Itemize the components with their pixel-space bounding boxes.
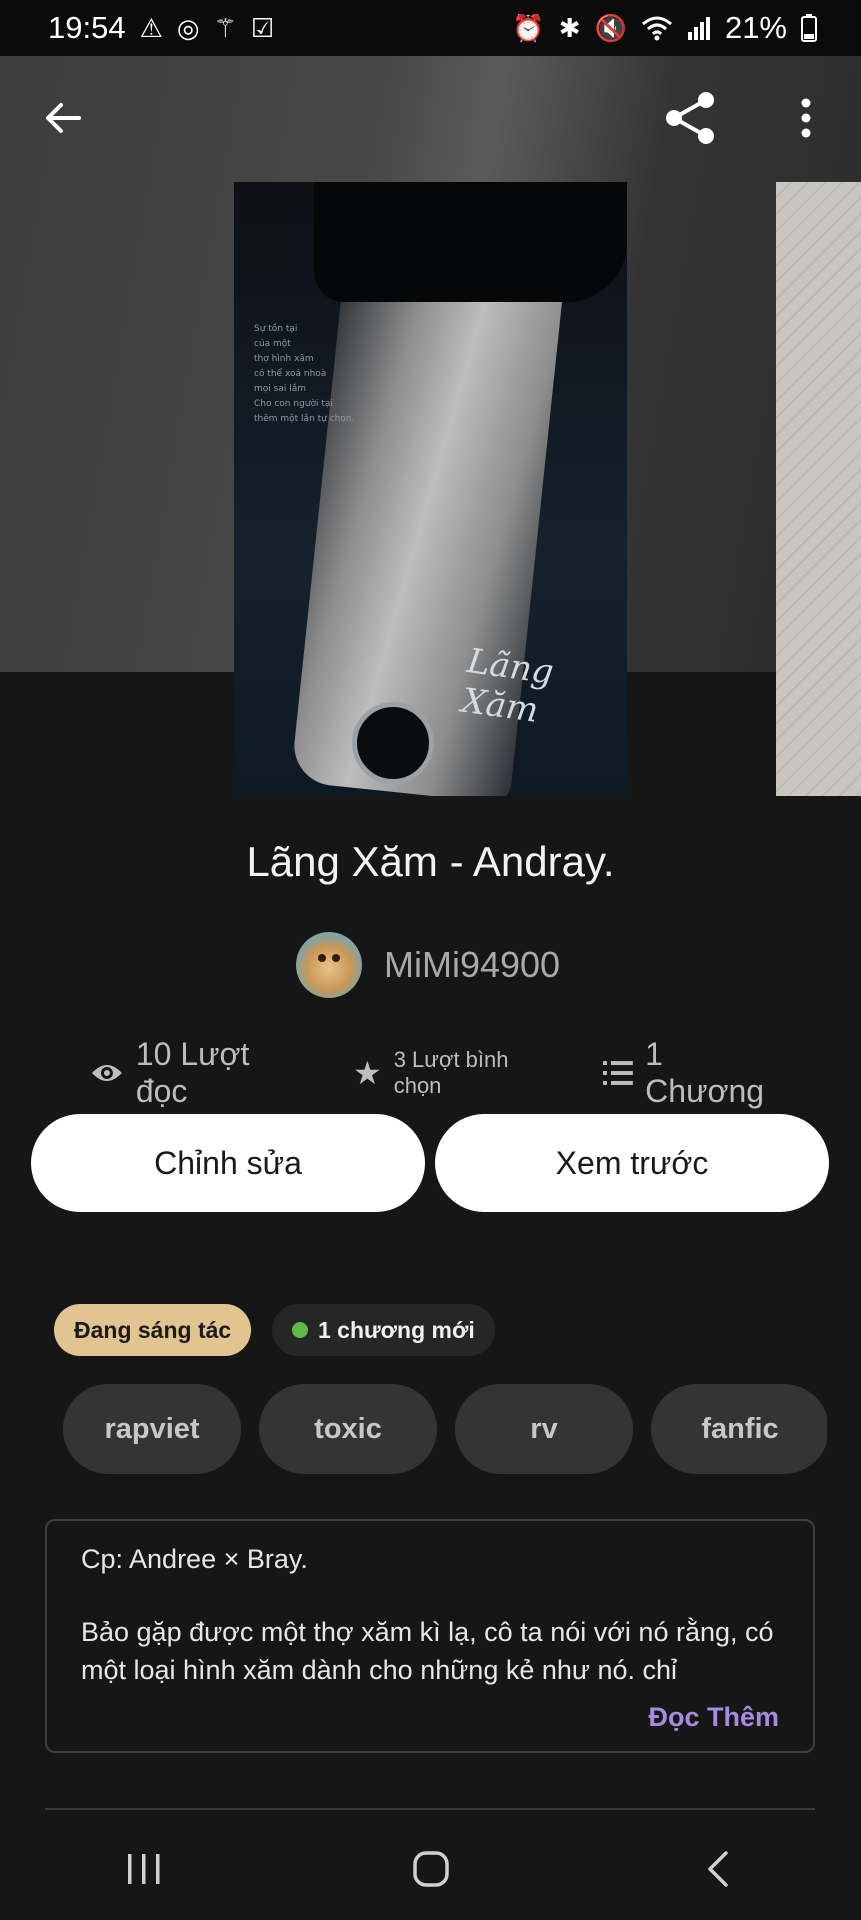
author-row[interactable]: MiMi94900	[296, 932, 560, 998]
recent-apps-button[interactable]	[104, 1829, 184, 1909]
tag-rapviet[interactable]: rapviet	[63, 1384, 241, 1474]
description-cp: Cp: Andree × Bray.	[81, 1544, 308, 1574]
more-vertical-icon	[801, 98, 811, 138]
system-back-button[interactable]	[678, 1829, 758, 1909]
next-story-cover[interactable]	[776, 182, 861, 796]
green-dot-icon	[292, 1322, 308, 1338]
tag-list: rapviet toxic rv fanfic	[63, 1384, 827, 1476]
votes-stat: ★ 3 Lượt bình chọn	[353, 1047, 561, 1099]
magic-wand-icon: ⚚	[213, 13, 237, 43]
tag-rv[interactable]: rv	[455, 1384, 633, 1474]
story-cover[interactable]: Sự tồn tại của một thợ hình xăm có thể x…	[234, 182, 627, 796]
status-time: 19:54	[48, 10, 126, 45]
edit-button[interactable]: Chỉnh sửa	[31, 1114, 425, 1212]
recent-apps-icon	[127, 1854, 159, 1884]
avatar[interactable]	[296, 932, 362, 998]
battery-percent: 21%	[724, 10, 787, 45]
battery-icon	[801, 14, 817, 42]
read-more-link[interactable]: Đọc Thêm	[648, 1702, 779, 1733]
signal-icon	[687, 17, 710, 40]
tag-fanfic[interactable]: fanfic	[651, 1384, 827, 1474]
author-name[interactable]: MiMi94900	[384, 944, 560, 986]
description-body: Bảo gặp được một thợ xăm kì lạ, cô ta nó…	[81, 1617, 774, 1685]
cover-watch	[352, 702, 434, 784]
mute-icon: 🔇	[594, 13, 627, 43]
list-icon	[603, 1061, 634, 1085]
parts-stat[interactable]: 1 Chương	[603, 1036, 790, 1110]
home-button[interactable]	[391, 1829, 471, 1909]
home-icon	[412, 1851, 449, 1887]
new-parts-badge: 1 chương mới	[272, 1304, 495, 1356]
reads-stat: 10 Lượt đọc	[90, 1036, 309, 1110]
share-button[interactable]	[660, 88, 720, 148]
status-badge: Đang sáng tác	[54, 1304, 252, 1356]
new-parts-label: 1 chương mới	[318, 1316, 475, 1343]
cover-text: Sự tồn tại của một thợ hình xăm có thể x…	[254, 324, 355, 424]
chevron-left-icon	[707, 1851, 728, 1887]
checkbox-icon: ☑	[250, 13, 275, 43]
story-stats: 10 Lượt đọc ★ 3 Lượt bình chọn 1 Chương	[90, 1036, 790, 1110]
chrome-icon: ◎	[176, 13, 200, 43]
system-nav-bar	[0, 1818, 861, 1920]
divider	[45, 1808, 815, 1810]
back-arrow-icon	[46, 103, 81, 133]
warning-icon: ⚠	[139, 13, 163, 43]
bluetooth-icon: ✱	[558, 13, 581, 43]
eye-icon	[91, 1065, 122, 1081]
story-title: Lãng Xăm - Andray.	[246, 838, 615, 885]
wifi-icon	[641, 16, 672, 41]
back-button[interactable]	[33, 88, 93, 148]
reads-count: 10 Lượt đọc	[135, 1036, 250, 1109]
share-icon	[666, 92, 714, 144]
preview-button[interactable]: Xem trước	[435, 1114, 829, 1212]
parts-count: 1 Chương	[645, 1036, 765, 1109]
votes-count: 3 Lượt bình chọn	[393, 1047, 509, 1098]
tag-toxic[interactable]: toxic	[259, 1384, 437, 1474]
alarm-icon: ⏰	[512, 13, 545, 43]
more-options-button[interactable]	[776, 88, 836, 148]
star-icon: ★	[353, 1055, 382, 1091]
story-description[interactable]: Cp: Andree × Bray. Bảo gặp được một thợ …	[45, 1519, 815, 1753]
status-bar: 19:54 ⚠ ◎ ⚚ ☑ ⏰ ✱ 🔇 21%	[0, 0, 861, 56]
